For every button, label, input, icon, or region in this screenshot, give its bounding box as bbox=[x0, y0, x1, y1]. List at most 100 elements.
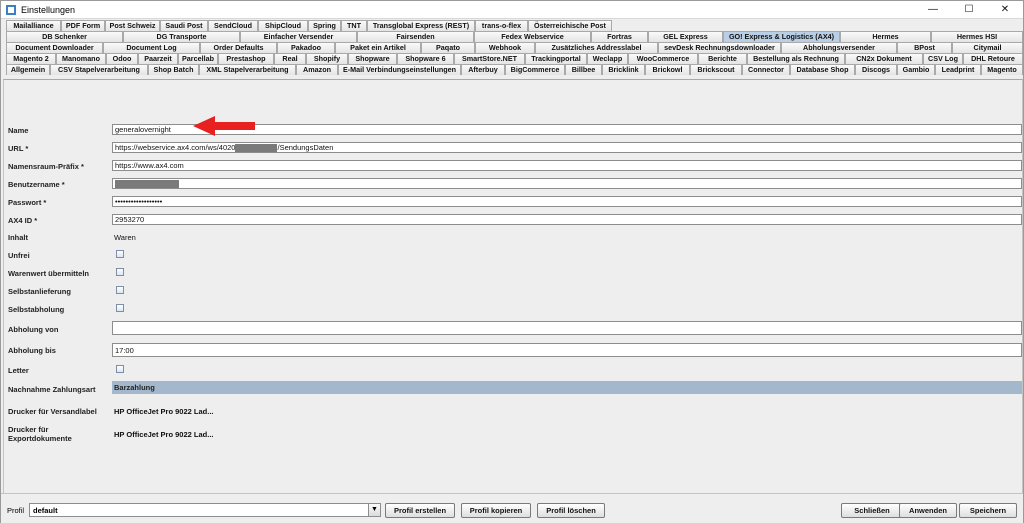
tab[interactable]: Saudi Post bbox=[160, 20, 208, 31]
tab[interactable]: Magento 2 bbox=[6, 53, 56, 64]
tab[interactable]: Bestellung als Rechnung bbox=[747, 53, 845, 64]
chevron-down-icon[interactable]: ▼ bbox=[368, 504, 380, 516]
tab[interactable]: Shopware 6 bbox=[397, 53, 454, 64]
minimize-icon[interactable]: — bbox=[915, 1, 951, 19]
profile-select[interactable]: default ▼ bbox=[29, 503, 381, 517]
tab-row-3: Document Downloader Document Log Order D… bbox=[3, 42, 1023, 53]
tab[interactable]: Shopify bbox=[306, 53, 348, 64]
tab[interactable]: Paarzeit bbox=[138, 53, 178, 64]
tab[interactable]: Mailalliance bbox=[6, 20, 61, 31]
selbstabholung-checkbox[interactable] bbox=[116, 304, 124, 312]
tab[interactable]: Parcellab bbox=[178, 53, 218, 64]
tab[interactable]: E-Mail Verbindungseinstellungen bbox=[338, 64, 461, 75]
tab[interactable]: Bricklink bbox=[602, 64, 645, 75]
selbstanlieferung-checkbox[interactable] bbox=[116, 286, 124, 294]
username-input[interactable] bbox=[112, 178, 1022, 189]
tab[interactable]: Fedex Webservice bbox=[474, 31, 591, 42]
namespace-input[interactable] bbox=[112, 160, 1022, 171]
tab[interactable]: DG Transporte bbox=[123, 31, 240, 42]
tab[interactable]: GEL Express bbox=[648, 31, 723, 42]
tab[interactable]: Paket ein Artikel bbox=[335, 42, 421, 53]
tab[interactable]: Spring bbox=[308, 20, 341, 31]
tab[interactable]: CSV Log bbox=[923, 53, 963, 64]
tab[interactable]: Document Downloader bbox=[6, 42, 103, 53]
tab[interactable]: Amazon bbox=[296, 64, 338, 75]
create-profile-button[interactable]: Profil erstellen bbox=[385, 503, 455, 518]
tab[interactable]: Real bbox=[274, 53, 306, 64]
tab[interactable]: Shop Batch bbox=[148, 64, 199, 75]
tab[interactable]: Post Schweiz bbox=[105, 20, 160, 31]
tab[interactable]: Paqato bbox=[421, 42, 475, 53]
tab-strip: Mailalliance PDF Form Post Schweiz Saudi… bbox=[3, 20, 1023, 79]
tab[interactable]: SmartStore.NET bbox=[454, 53, 525, 64]
tab[interactable]: Berichte bbox=[698, 53, 747, 64]
tab[interactable]: Magento bbox=[981, 64, 1023, 75]
tab[interactable]: trans-o-flex bbox=[475, 20, 528, 31]
tab[interactable]: BPost bbox=[897, 42, 952, 53]
tab[interactable]: Discogs bbox=[855, 64, 897, 75]
tab[interactable]: BigCommerce bbox=[505, 64, 565, 75]
tab[interactable]: DB Schenker bbox=[6, 31, 123, 42]
tab[interactable]: Trackingportal bbox=[525, 53, 587, 64]
tab[interactable]: DHL Retoure bbox=[963, 53, 1023, 64]
tab[interactable]: Citymail bbox=[952, 42, 1023, 53]
abholung-bis-input[interactable] bbox=[112, 343, 1022, 357]
tab[interactable]: Odoo bbox=[106, 53, 138, 64]
tab[interactable]: Webhook bbox=[475, 42, 535, 53]
tab[interactable]: TNT bbox=[341, 20, 367, 31]
tab[interactable]: Abholungsversender bbox=[781, 42, 897, 53]
tab[interactable]: Österreichische Post bbox=[528, 20, 612, 31]
tab-go-express-active[interactable]: GO! Express & Logistics (AX4) bbox=[723, 31, 840, 42]
tab[interactable]: Pakadoo bbox=[277, 42, 335, 53]
tab[interactable]: sevDesk Rechnungsdownloader bbox=[658, 42, 781, 53]
warenwert-checkbox[interactable] bbox=[116, 268, 124, 276]
copy-profile-button[interactable]: Profil kopieren bbox=[461, 503, 531, 518]
nachnahme-select[interactable]: Barzahlung bbox=[112, 381, 1022, 394]
tab[interactable]: Transglobal Express (REST) bbox=[367, 20, 475, 31]
close-icon[interactable]: ✕ bbox=[987, 1, 1023, 19]
drucker-versand-value[interactable]: HP OfficeJet Pro 9022 Lad... bbox=[114, 407, 214, 416]
tab[interactable]: XML Stapelverarbeitung bbox=[199, 64, 296, 75]
close-button[interactable]: Schließen bbox=[841, 503, 903, 518]
url-input[interactable]: https://webservice.ax4.com/ws/4020/Sendu… bbox=[112, 142, 1022, 153]
tab[interactable]: WooCommerce bbox=[628, 53, 698, 64]
abholung-von-input[interactable] bbox=[112, 321, 1022, 335]
tab[interactable]: Afterbuy bbox=[461, 64, 505, 75]
tab[interactable]: Billbee bbox=[565, 64, 602, 75]
tab[interactable]: Prestashop bbox=[218, 53, 274, 64]
profile-value: default bbox=[33, 506, 58, 515]
tab[interactable]: PDF Form bbox=[61, 20, 105, 31]
ax4-id-input[interactable] bbox=[112, 214, 1022, 225]
tab[interactable]: Order Defaults bbox=[200, 42, 277, 53]
settings-form: Name URL * https://webservice.ax4.com/ws… bbox=[3, 79, 1023, 493]
letter-checkbox[interactable] bbox=[116, 365, 124, 373]
tab[interactable]: Brickscout bbox=[690, 64, 742, 75]
tab[interactable]: Fortras bbox=[591, 31, 648, 42]
tab[interactable]: SendCloud bbox=[208, 20, 258, 31]
tab[interactable]: Allgemein bbox=[6, 64, 50, 75]
maximize-icon[interactable]: ☐ bbox=[951, 1, 987, 19]
tab[interactable]: Fairsenden bbox=[357, 31, 474, 42]
tab[interactable]: Connector bbox=[742, 64, 790, 75]
tab[interactable]: Shopware bbox=[348, 53, 397, 64]
tab[interactable]: Hermes bbox=[840, 31, 931, 42]
apply-button[interactable]: Anwenden bbox=[899, 503, 957, 518]
tab[interactable]: ShipCloud bbox=[258, 20, 308, 31]
tab[interactable]: CSV Stapelverarbeitung bbox=[50, 64, 148, 75]
drucker-export-value[interactable]: HP OfficeJet Pro 9022 Lad... bbox=[114, 430, 214, 439]
tab[interactable]: Gambio bbox=[897, 64, 935, 75]
save-button[interactable]: Speichern bbox=[959, 503, 1017, 518]
tab[interactable]: Manomano bbox=[56, 53, 106, 64]
tab[interactable]: Hermes HSI bbox=[931, 31, 1023, 42]
tab[interactable]: Document Log bbox=[103, 42, 200, 53]
password-input[interactable]: •••••••••••••••••• bbox=[112, 196, 1022, 207]
tab[interactable]: Weclapp bbox=[587, 53, 628, 64]
unfrei-checkbox[interactable] bbox=[116, 250, 124, 258]
tab[interactable]: Einfacher Versender bbox=[240, 31, 357, 42]
delete-profile-button[interactable]: Profil löschen bbox=[537, 503, 605, 518]
tab[interactable]: Zusätzliches Addresslabel bbox=[535, 42, 658, 53]
tab[interactable]: Brickowl bbox=[645, 64, 690, 75]
tab[interactable]: Database Shop bbox=[790, 64, 855, 75]
tab[interactable]: Leadprint bbox=[935, 64, 981, 75]
tab[interactable]: CN2x Dokument bbox=[845, 53, 923, 64]
